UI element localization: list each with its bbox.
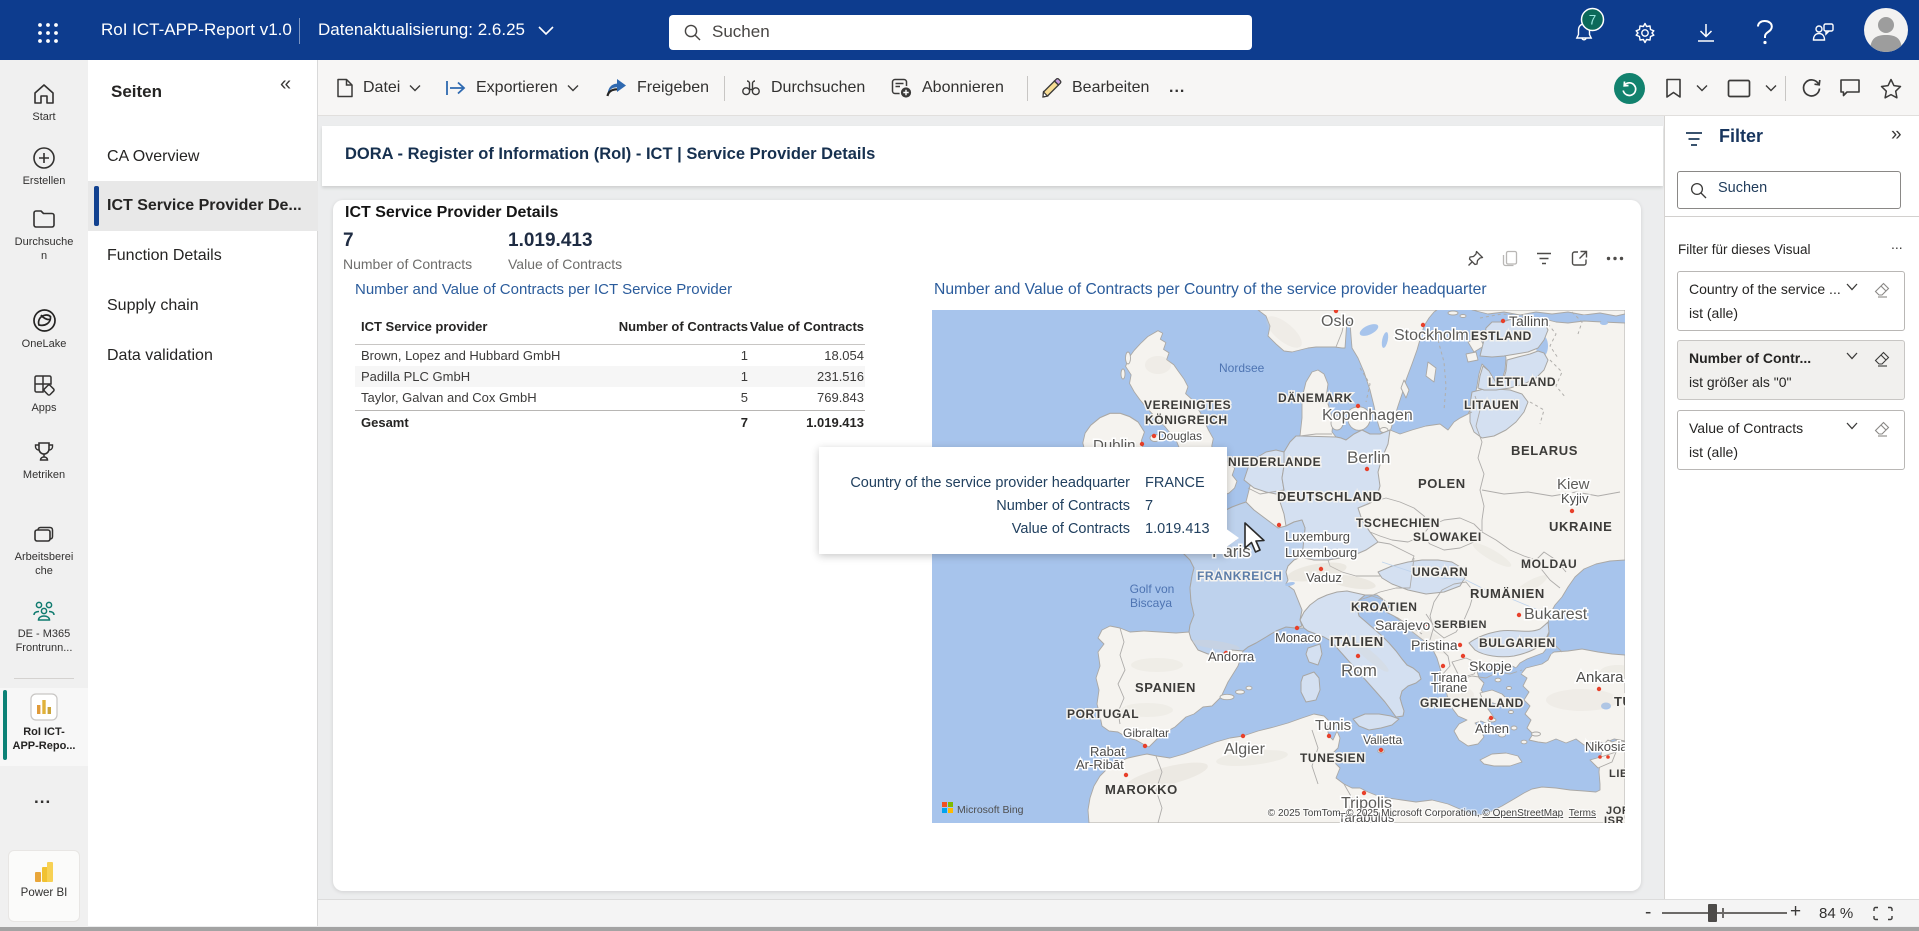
svg-text:Golf von: Golf von (1130, 582, 1175, 596)
svg-text:NIEDERLANDE: NIEDERLANDE (1228, 455, 1321, 469)
svg-text:LETTLAND: LETTLAND (1488, 375, 1556, 389)
svg-text:Skopje: Skopje (1469, 658, 1512, 674)
svg-text:PORTUGAL: PORTUGAL (1067, 707, 1139, 721)
svg-text:Berlin: Berlin (1347, 448, 1390, 467)
svg-text:ISRAEL: ISRAEL (1604, 815, 1625, 823)
svg-text:UKRAINE: UKRAINE (1549, 519, 1612, 534)
svg-text:POLEN: POLEN (1418, 476, 1466, 491)
svg-text:Pristina: Pristina (1411, 637, 1458, 653)
svg-text:Stockholm: Stockholm (1394, 327, 1469, 344)
svg-text:© 2025 TomTom, © 2025 Microsof: © 2025 TomTom, © 2025 Microsoft Corporat… (1268, 808, 1596, 819)
svg-text:BULGARIEN: BULGARIEN (1479, 636, 1556, 650)
svg-text:Biscaya: Biscaya (1130, 596, 1172, 610)
svg-text:RUMÄNIEN: RUMÄNIEN (1470, 586, 1545, 601)
svg-text:Tirane: Tirane (1431, 680, 1467, 695)
svg-text:UNGARN: UNGARN (1412, 565, 1468, 579)
svg-text:Monaco: Monaco (1275, 630, 1321, 645)
svg-text:Luxemburg: Luxemburg (1285, 529, 1350, 544)
svg-text:FRANKREICH: FRANKREICH (1197, 569, 1282, 583)
svg-text:GRIECHENLAND: GRIECHENLAND (1420, 696, 1524, 710)
svg-text:Luxembourg: Luxembourg (1285, 545, 1357, 560)
svg-text:TSCHECHIEN: TSCHECHIEN (1356, 516, 1440, 530)
svg-text:MAROKKO: MAROKKO (1105, 782, 1178, 797)
svg-text:ITALIEN: ITALIEN (1330, 634, 1384, 649)
svg-text:Douglas: Douglas (1158, 429, 1202, 443)
svg-text:TUNESIEN: TUNESIEN (1300, 751, 1365, 765)
svg-text:DEUTSCHLAND: DEUTSCHLAND (1277, 489, 1383, 504)
svg-text:Kopenhagen: Kopenhagen (1322, 407, 1413, 424)
svg-text:Kyjiv: Kyjiv (1561, 491, 1589, 506)
svg-text:Microsoft Bing: Microsoft Bing (957, 804, 1024, 816)
svg-text:7: 7 (1589, 13, 1597, 28)
svg-text:BELARUS: BELARUS (1511, 443, 1578, 458)
svg-text:Valletta: Valletta (1363, 733, 1402, 747)
svg-text:Gibraltar: Gibraltar (1123, 726, 1169, 740)
svg-text:Andorra: Andorra (1208, 649, 1255, 664)
svg-text:VEREINIGTES: VEREINIGTES (1144, 398, 1231, 412)
svg-text:Sarajevo: Sarajevo (1375, 617, 1430, 633)
svg-text:ESTLAND: ESTLAND (1471, 329, 1532, 343)
svg-text:TÜRKEI: TÜRKEI (1614, 694, 1625, 709)
svg-text:KÖNIGREICH: KÖNIGREICH (1145, 412, 1228, 427)
svg-text:Algier: Algier (1224, 741, 1266, 758)
svg-text:Vaduz: Vaduz (1306, 570, 1342, 585)
svg-text:Bukarest: Bukarest (1524, 606, 1588, 623)
svg-text:Athen: Athen (1475, 721, 1509, 736)
svg-text:LITAUEN: LITAUEN (1464, 398, 1519, 412)
svg-text:Tunis: Tunis (1315, 717, 1351, 734)
svg-text:Nordsee: Nordsee (1219, 361, 1265, 375)
svg-text:Tallinn: Tallinn (1509, 313, 1549, 329)
svg-text:SLOWAKEI: SLOWAKEI (1413, 530, 1482, 544)
svg-text:Ankara: Ankara (1576, 669, 1624, 686)
svg-text:Ar-Ribāt: Ar-Ribāt (1076, 757, 1124, 772)
svg-text:LIBANON: LIBANON (1609, 768, 1625, 780)
svg-text:DÄNEMARK: DÄNEMARK (1278, 390, 1353, 405)
svg-text:SPANIEN: SPANIEN (1135, 680, 1196, 695)
svg-text:Rom: Rom (1341, 661, 1377, 680)
svg-text:Oslo: Oslo (1321, 313, 1354, 330)
svg-text:Nikosia: Nikosia (1585, 739, 1625, 754)
svg-text:KROATIEN: KROATIEN (1351, 600, 1418, 614)
svg-text:SERBIEN: SERBIEN (1434, 619, 1487, 631)
svg-text:MOLDAU: MOLDAU (1521, 557, 1577, 571)
